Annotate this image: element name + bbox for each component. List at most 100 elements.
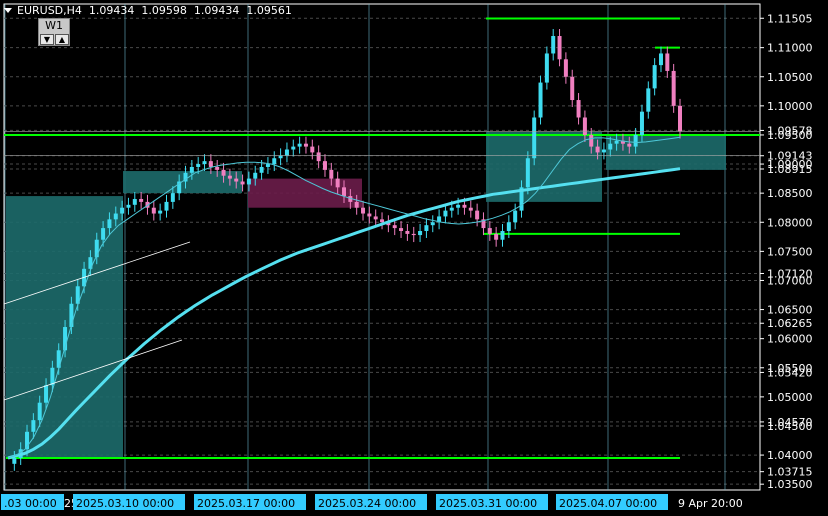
candle-body[interactable] — [126, 204, 131, 208]
price-chart[interactable]: 1.11505 1.11000 1.10500 1.10000 1.09578 1.095… — [0, 0, 828, 516]
candle-body[interactable] — [12, 457, 17, 464]
candle-body[interactable] — [544, 53, 549, 83]
candle-body[interactable] — [189, 166, 194, 173]
candle-body[interactable] — [316, 152, 321, 162]
candle-body[interactable] — [361, 207, 366, 214]
price-axis-label: 1.08915 — [767, 163, 813, 176]
candle-body[interactable] — [671, 70, 676, 106]
candle-body[interactable] — [652, 65, 657, 89]
candle-body[interactable] — [329, 169, 334, 179]
candle-body[interactable] — [303, 143, 308, 147]
candle-body[interactable] — [373, 216, 378, 220]
candle-body[interactable] — [557, 36, 562, 60]
candle-body[interactable] — [322, 161, 327, 170]
candle-body[interactable] — [601, 149, 606, 153]
candle-body[interactable] — [234, 178, 239, 182]
candle-body[interactable] — [101, 228, 106, 240]
candle-body[interactable] — [608, 143, 613, 150]
candle-body[interactable] — [342, 187, 346, 197]
price-axis-label: 1.04500 — [767, 420, 813, 433]
candle-body[interactable] — [513, 210, 518, 223]
candle-body[interactable] — [380, 219, 385, 223]
candle-body[interactable] — [633, 134, 638, 147]
candle-body[interactable] — [113, 213, 118, 220]
candle-body[interactable] — [170, 193, 175, 202]
candle-body[interactable] — [538, 82, 543, 118]
candle-body[interactable] — [494, 233, 499, 240]
candle-body[interactable] — [418, 230, 423, 236]
candle-body[interactable] — [443, 210, 448, 217]
candle-body[interactable] — [107, 219, 112, 229]
candle-body[interactable] — [551, 36, 556, 54]
candle-body[interactable] — [627, 143, 632, 147]
candle-body[interactable] — [678, 105, 682, 132]
candle-body[interactable] — [468, 207, 473, 211]
candle-body[interactable] — [449, 207, 454, 211]
candle-body[interactable] — [284, 149, 289, 156]
candle-body[interactable] — [532, 117, 537, 159]
candle-body[interactable] — [50, 367, 55, 386]
candle-body[interactable] — [215, 166, 220, 170]
candle-body[interactable] — [253, 172, 258, 179]
candle-body[interactable] — [227, 175, 232, 179]
candle-body[interactable] — [665, 53, 670, 71]
period-down-button[interactable]: ▼ — [40, 34, 54, 45]
price-axis-label: 1.07500 — [767, 245, 813, 258]
candle-body[interactable] — [335, 178, 340, 188]
candle-body[interactable] — [272, 158, 277, 165]
candle-body[interactable] — [202, 161, 207, 165]
candle-body[interactable] — [424, 225, 429, 231]
candle-body[interactable] — [37, 402, 42, 421]
period-up-button[interactable]: ▲ — [55, 34, 69, 45]
candle-body[interactable] — [221, 169, 226, 176]
candle-body[interactable] — [399, 228, 404, 231]
candle-body[interactable] — [411, 233, 416, 236]
candle-body[interactable] — [69, 303, 74, 328]
candle-body[interactable] — [44, 385, 49, 403]
candle-body[interactable] — [582, 117, 587, 135]
candle-body[interactable] — [462, 204, 467, 208]
candle-body[interactable] — [456, 204, 461, 208]
candle-body[interactable] — [475, 210, 480, 220]
candle-body[interactable] — [208, 161, 213, 167]
candle-body[interactable] — [291, 146, 296, 150]
candle-body[interactable] — [589, 134, 594, 147]
candle-body[interactable] — [31, 420, 36, 432]
candle-body[interactable] — [367, 213, 372, 217]
candle-body[interactable] — [658, 53, 663, 66]
chart-canvas[interactable]: 1.115051.110001.105001.100001.095781.095… — [0, 0, 828, 516]
candle-body[interactable] — [196, 164, 201, 167]
period-widget[interactable]: W1 ▼ ▲ — [38, 18, 70, 46]
candle-body[interactable] — [246, 178, 251, 185]
candle-body[interactable] — [570, 76, 575, 101]
candle-body[interactable] — [310, 146, 315, 153]
candle-body[interactable] — [151, 207, 156, 214]
candle-body[interactable] — [132, 198, 137, 205]
candle-body[interactable] — [614, 140, 619, 144]
symbol-label: EURUSD,H4 — [17, 4, 82, 17]
candle-body[interactable] — [158, 210, 163, 214]
candle-body[interactable] — [646, 88, 651, 112]
candle-body[interactable] — [354, 201, 359, 208]
candle-body[interactable] — [525, 158, 530, 188]
candle-body[interactable] — [139, 198, 144, 202]
candle-body[interactable] — [240, 181, 245, 185]
candle-body[interactable] — [392, 225, 397, 229]
candle-body[interactable] — [506, 222, 511, 231]
candle-body[interactable] — [405, 230, 410, 234]
candle-body[interactable] — [563, 59, 568, 77]
candle-body[interactable] — [595, 146, 600, 153]
candle-body[interactable] — [487, 228, 492, 234]
candle-body[interactable] — [120, 207, 125, 214]
candle-body[interactable] — [500, 230, 505, 240]
zone-box — [606, 134, 726, 170]
candle-body[interactable] — [259, 166, 264, 173]
candle-body[interactable] — [430, 222, 435, 226]
price-axis-label: 1.03715 — [767, 466, 813, 479]
candle-body[interactable] — [265, 164, 270, 167]
candle-body[interactable] — [297, 143, 302, 147]
candle-body[interactable] — [164, 201, 169, 211]
candle-body[interactable] — [576, 100, 581, 118]
chevron-down-icon[interactable] — [4, 8, 12, 13]
price-axis-label: 1.08500 — [767, 187, 813, 200]
